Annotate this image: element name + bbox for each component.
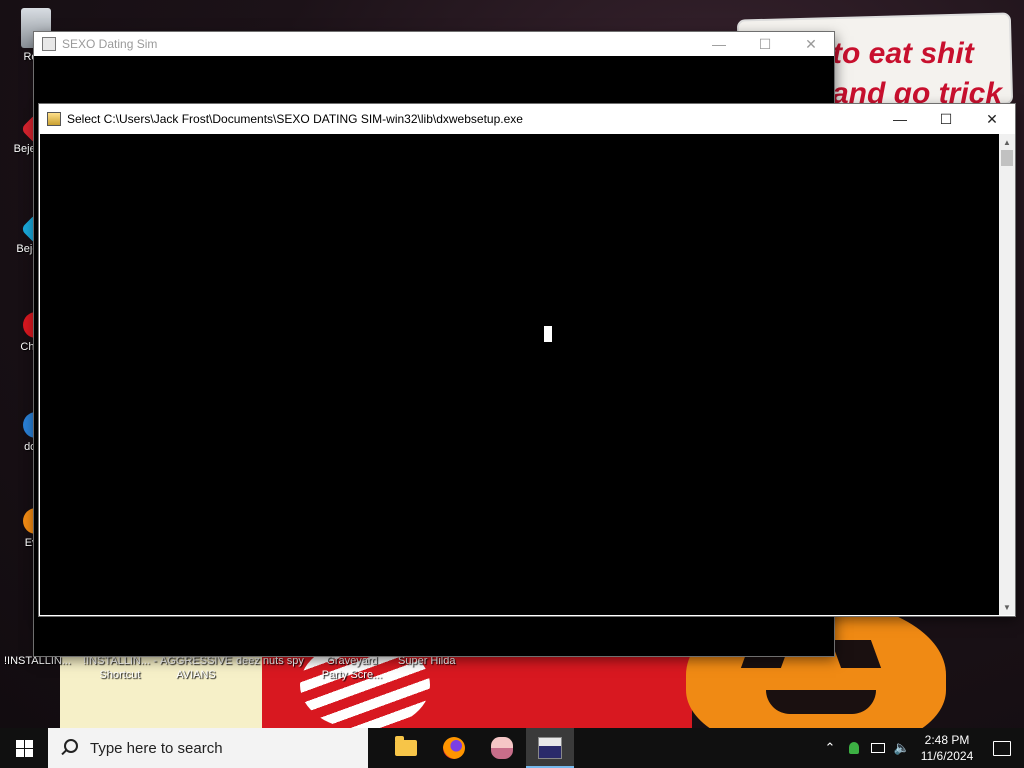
volume-icon[interactable]: 🔈 [890, 740, 914, 756]
search-input[interactable] [88, 738, 342, 758]
desktop-icon-deez-nuts-spy[interactable]: deez nuts spy [236, 654, 304, 668]
desktop-icon-aggressive-avians[interactable]: AGGRESSIVE AVIANS [160, 654, 232, 682]
title-bar[interactable]: Select C:\Users\Jack Frost\Documents\SEX… [39, 104, 1015, 134]
taskbar-dating-sim[interactable] [478, 728, 526, 768]
desktop-icon-graveyard-party[interactable]: Graveyard Party Scre... [314, 654, 390, 682]
scroll-down-arrow-icon[interactable]: ▼ [999, 599, 1015, 615]
window-app-icon [42, 37, 56, 51]
pumpkin-eye-right [830, 640, 882, 668]
text-cursor [544, 326, 552, 342]
pumpkin-mouth [766, 690, 876, 714]
desktop-icon-label: !INSTALLIN... [4, 655, 72, 667]
window-title: SEXO Dating Sim [62, 37, 158, 51]
wallpaper-text: to eat shit and go trick [832, 34, 1002, 114]
network-icon[interactable] [866, 743, 890, 753]
taskbar: ⌃ 🔈 2:48 PM 11/6/2024 [0, 728, 1024, 768]
console-output[interactable] [40, 134, 999, 615]
desktop-icon-label: deez nuts spy [236, 655, 304, 667]
window-title: Select C:\Users\Jack Frost\Documents\SEX… [67, 112, 523, 126]
clock[interactable]: 2:48 PM 11/6/2024 [914, 732, 980, 764]
desktop-icon-installing[interactable]: !INSTALLIN... [4, 654, 71, 668]
clock-time: 2:48 PM [924, 733, 970, 747]
maximize-button[interactable]: ☐ [923, 104, 969, 134]
taskbar-firefox[interactable] [430, 728, 478, 768]
clock-date: 11/6/2024 [920, 749, 974, 763]
desktop-icon-super-hilda[interactable]: Super Hilda [398, 654, 455, 668]
minimize-button[interactable]: — [877, 104, 923, 134]
scroll-up-arrow-icon[interactable]: ▲ [999, 134, 1015, 150]
notification-icon [993, 740, 1011, 756]
desktop-icon-label: !INSTALLIN... - Shortcut [83, 655, 157, 681]
search-icon [60, 739, 78, 757]
firefox-icon [443, 737, 465, 759]
console-app-icon [47, 112, 61, 126]
wallpaper-text-line-1: to eat shit [832, 37, 974, 70]
taskbar-search[interactable] [48, 728, 368, 768]
desktop-icon-label: AGGRESSIVE AVIANS [160, 655, 233, 681]
desktop-icon-label: Graveyard Party Scre... [321, 655, 383, 681]
folder-icon [395, 736, 417, 756]
console-window[interactable]: Select C:\Users\Jack Frost\Documents\SEX… [39, 104, 1015, 616]
people-icon[interactable] [842, 742, 866, 754]
minimize-button[interactable]: — [696, 32, 742, 56]
desktop-icon-label: Super Hilda [398, 655, 456, 667]
action-center-button[interactable] [980, 728, 1024, 768]
desktop-icon-installing-shortcut[interactable]: !INSTALLIN... - Shortcut [82, 654, 158, 682]
start-button[interactable] [0, 728, 48, 768]
taskbar-dxwebsetup[interactable] [526, 728, 574, 768]
show-hidden-icons-chevron-icon[interactable]: ⌃ [818, 740, 842, 756]
close-button[interactable]: ✕ [969, 104, 1015, 134]
system-tray: ⌃ 🔈 2:48 PM 11/6/2024 [818, 728, 1024, 768]
vertical-scrollbar[interactable]: ▲ ▼ [999, 134, 1015, 615]
anime-girl-icon [491, 737, 513, 759]
close-button[interactable]: ✕ [788, 32, 834, 56]
maximize-button[interactable]: ☐ [742, 32, 788, 56]
scroll-thumb[interactable] [1001, 150, 1013, 166]
title-bar[interactable]: SEXO Dating Sim — ☐ ✕ [34, 32, 834, 56]
windows-logo-icon [15, 739, 33, 757]
taskbar-file-explorer[interactable] [382, 728, 430, 768]
setup-icon [538, 737, 562, 759]
